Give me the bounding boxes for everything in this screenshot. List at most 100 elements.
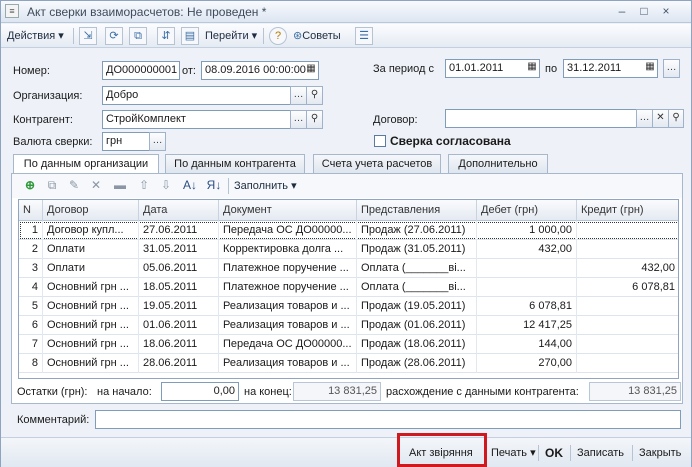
grid-toolbar: ⊕ ⧉ ✎ ✕ ▬ ⇧ ⇩ A↓ Я↓ Заполнить ▾ [12, 174, 682, 198]
contractor-select-button[interactable]: … [290, 110, 307, 129]
search-icon[interactable]: ⚲ [306, 110, 323, 129]
help-icon[interactable]: ? [269, 27, 287, 45]
table-cell-n: 7 [19, 335, 43, 354]
maximize-button[interactable]: □ [635, 3, 653, 20]
table-row[interactable]: 7 Основний грн ... 18.06.2011 Передача ОС Д… [19, 335, 678, 354]
table-cell-repr: Продаж (28.06.2011) [357, 354, 477, 373]
table-cell-repr: Продаж (18.06.2011) [357, 335, 477, 354]
tab-org-data[interactable]: По данным организации [13, 154, 159, 174]
start-balance-field[interactable]: 0,00 [161, 382, 239, 401]
close-button[interactable]: Закрыть [639, 445, 681, 463]
table-cell-date: 01.06.2011 [139, 316, 219, 335]
number-label: Номер: [13, 65, 50, 77]
table-row[interactable]: 5 Основний грн ... 19.05.2011 Реализация то… [19, 297, 678, 316]
table-cell-n: 2 [19, 240, 43, 259]
contract-label: Договор: [373, 114, 418, 126]
contract-field[interactable] [445, 109, 637, 128]
calendar-icon[interactable]: ▦ [642, 59, 658, 78]
column-header[interactable]: N [19, 200, 43, 221]
diff-field: 13 831,25 [589, 382, 681, 401]
move-up-icon[interactable]: ⇧ [136, 178, 152, 194]
table-cell-date: 27.06.2011 [139, 221, 219, 240]
delete-row-icon[interactable]: ✕ [88, 178, 104, 194]
calendar-icon[interactable]: ▦ [524, 59, 540, 78]
table-row[interactable]: 2 Оплати 31.05.2011 Корректировка долга ...… [19, 240, 678, 259]
end-edit-icon[interactable]: ▬ [112, 178, 128, 194]
minimize-button[interactable]: – [613, 3, 631, 20]
table-cell-contract: Основний грн ... [43, 335, 139, 354]
search-icon[interactable]: ⚲ [306, 86, 323, 105]
currency-select-button[interactable]: … [149, 132, 166, 151]
period-select-button[interactable]: … [663, 59, 680, 78]
date-label: от: [182, 65, 196, 77]
move-down-icon[interactable]: ⇩ [158, 178, 174, 194]
table-cell-n: 6 [19, 316, 43, 335]
highlight-box [397, 433, 487, 467]
table-row[interactable]: 6 Основний грн ... 01.06.2011 Реализация то… [19, 316, 678, 335]
table-cell-n: 8 [19, 354, 43, 373]
tab-contractor-data[interactable]: По данным контрагента [165, 154, 305, 173]
save-button[interactable]: Записать [577, 445, 624, 463]
column-header[interactable]: Кредит (грн) [577, 200, 678, 221]
actions-menu[interactable]: Действия ▾ [7, 28, 64, 45]
settlements-table: N Договор Дата Документ Представления Де… [18, 199, 679, 379]
copy-row-icon[interactable]: ⧉ [44, 178, 60, 194]
separator [570, 445, 571, 461]
table-row[interactable]: 8 Основний грн ... 28.06.2011 Реализация то… [19, 354, 678, 373]
tips-icon: ⊛ [293, 30, 303, 42]
contractor-field[interactable]: СтройКомплект [102, 110, 291, 129]
tab-accounts[interactable]: Счета учета расчетов [313, 154, 441, 173]
table-cell-n: 4 [19, 278, 43, 297]
column-header[interactable]: Дебет (грн) [477, 200, 577, 221]
column-header[interactable]: Документ [219, 200, 357, 221]
column-header[interactable]: Договор [43, 200, 139, 221]
org-field[interactable]: Добро [102, 86, 291, 105]
table-cell-doc: Реализация товаров и ... [219, 297, 357, 316]
contract-select-button[interactable]: … [636, 109, 653, 128]
document-window: ≡ Акт сверки взаиморасчетов: Не проведен… [0, 0, 692, 467]
clear-icon[interactable]: ✕ [652, 109, 669, 128]
document-structure-icon[interactable]: ⇵ [157, 27, 175, 45]
end-balance-label: на конец: [244, 386, 292, 398]
org-select-button[interactable]: … [290, 86, 307, 105]
post-document-icon[interactable]: ⇲ [79, 27, 97, 45]
sort-desc-icon[interactable]: Я↓ [206, 178, 222, 194]
window-title: Акт сверки взаиморасчетов: Не проведен * [27, 5, 267, 19]
tab-additional[interactable]: Дополнительно [448, 154, 548, 173]
column-header[interactable]: Представления [357, 200, 477, 221]
date-field[interactable]: 08.09.2016 00:00:00 [201, 61, 319, 80]
ok-button[interactable]: OK [545, 445, 563, 463]
attachments-icon[interactable]: ▤ [181, 27, 199, 45]
table-cell-n: 3 [19, 259, 43, 278]
table-cell-debit: 12 417,25 [477, 316, 577, 335]
search-icon[interactable]: ⚲ [668, 109, 684, 128]
agreed-checkbox[interactable] [374, 135, 386, 147]
table-cell-credit [577, 335, 678, 354]
tips-button[interactable]: ⊛Советы [293, 28, 341, 45]
document-icon: ≡ [5, 4, 19, 18]
calendar-icon[interactable]: ▦ [303, 61, 319, 80]
copy-icon[interactable]: ⧉ [129, 27, 147, 45]
sort-asc-icon[interactable]: A↓ [182, 178, 198, 194]
table-row[interactable]: 3 Оплати 05.06.2011 Платежное поручение ...… [19, 259, 678, 278]
fill-menu[interactable]: Заполнить ▾ [234, 178, 297, 195]
table-row[interactable]: 4 Основний грн ... 18.05.2011 Платежное пор… [19, 278, 678, 297]
table-cell-debit: 270,00 [477, 354, 577, 373]
table-cell-doc: Реализация товаров и ... [219, 316, 357, 335]
table-cell-date: 19.05.2011 [139, 297, 219, 316]
table-row[interactable]: 1 Договор купл... 27.06.2011 Передача ОС ДО… [19, 221, 678, 240]
column-header[interactable]: Дата [139, 200, 219, 221]
table-cell-credit [577, 297, 678, 316]
close-window-button[interactable]: × [657, 3, 675, 20]
table-cell-debit [477, 278, 577, 297]
add-row-icon[interactable]: ⊕ [22, 178, 38, 194]
comment-field[interactable] [95, 410, 681, 429]
edit-row-icon[interactable]: ✎ [66, 178, 82, 194]
number-field[interactable]: ДО000000001 [102, 61, 180, 80]
refresh-icon[interactable]: ⟳ [105, 27, 123, 45]
currency-field[interactable]: грн [102, 132, 150, 151]
table-cell-n: 5 [19, 297, 43, 316]
goto-menu[interactable]: Перейти ▾ [205, 28, 257, 45]
print-menu[interactable]: Печать ▾ [491, 445, 536, 463]
list-icon[interactable]: ☰ [355, 27, 373, 45]
